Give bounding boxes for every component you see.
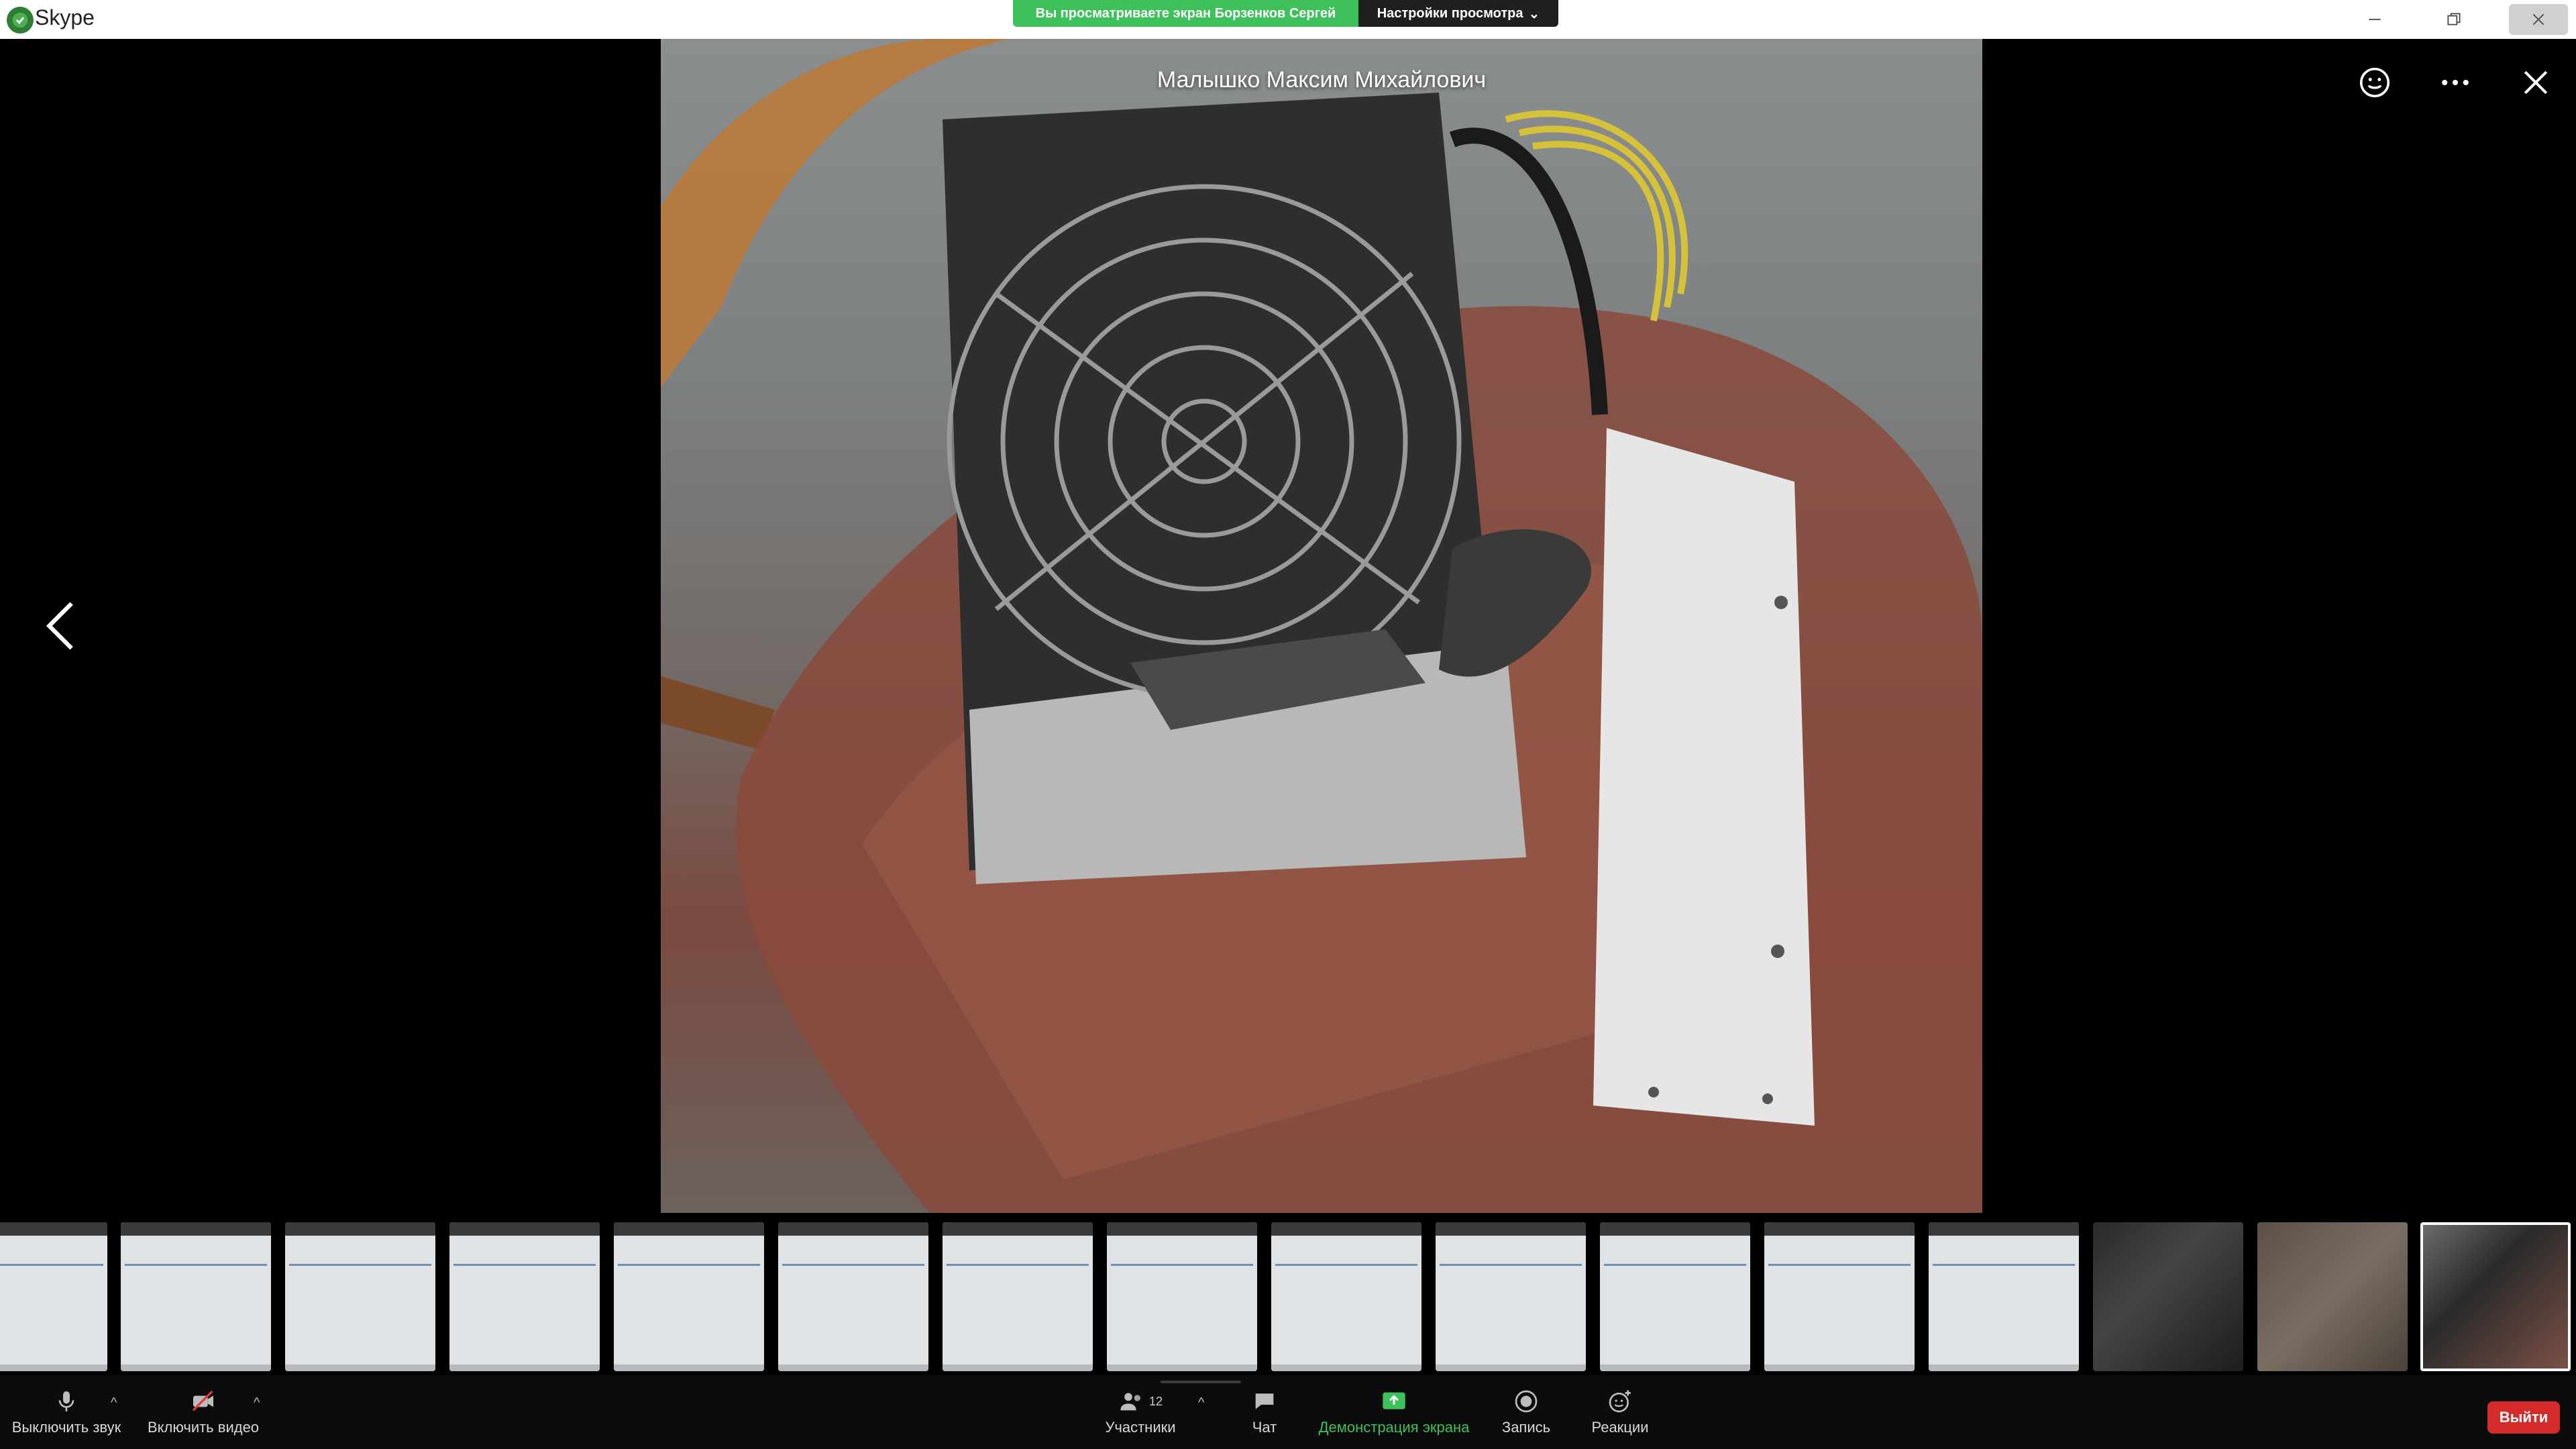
thumbnail[interactable] bbox=[449, 1222, 600, 1371]
video-options-caret-icon[interactable]: ^ bbox=[254, 1395, 260, 1411]
record-label: Запись bbox=[1501, 1419, 1551, 1436]
chat-label: Чат bbox=[1252, 1419, 1277, 1436]
thumbnail-strip bbox=[0, 1221, 2576, 1375]
toolbar-scroll-indicator bbox=[1161, 1381, 1241, 1383]
emoji-reaction-button[interactable] bbox=[2351, 59, 2398, 106]
thumbnail[interactable] bbox=[1929, 1222, 2079, 1371]
participants-count: 12 bbox=[1148, 1394, 1163, 1408]
presenter-name: Малышко Максим Михайлович bbox=[1157, 67, 1487, 93]
app-title: Skype bbox=[35, 5, 95, 30]
participants-caret-icon[interactable]: ^ bbox=[1198, 1395, 1204, 1411]
smiley-icon bbox=[2359, 67, 2390, 98]
video-label: Включить видео bbox=[147, 1419, 260, 1436]
thumbnail[interactable] bbox=[1764, 1222, 1915, 1371]
chat-button[interactable]: Чат bbox=[1238, 1375, 1291, 1449]
microphone-icon bbox=[58, 1391, 74, 1411]
share-screen-button[interactable]: Демонстрация экрана bbox=[1315, 1375, 1473, 1449]
main-stage: Малышко Максим Михайлович bbox=[0, 39, 2576, 1221]
thumbnail[interactable] bbox=[614, 1222, 764, 1371]
participants-button[interactable]: 12 Участники bbox=[1093, 1375, 1187, 1449]
chevron-down-icon: ⌄ bbox=[1528, 6, 1540, 21]
bottom-toolbar: Выключить звук ^ Включить видео ^ 12 Уча… bbox=[0, 1375, 2576, 1449]
start-video-button[interactable]: Включить видео bbox=[146, 1375, 260, 1449]
thumbnail-selected[interactable] bbox=[2420, 1222, 2571, 1371]
share-screen-icon bbox=[1383, 1392, 1405, 1409]
reactions-label: Реакции bbox=[1591, 1419, 1649, 1436]
more-options-button[interactable] bbox=[2432, 59, 2479, 106]
title-bar: Skype Вы просматриваете экран Борзенков … bbox=[0, 0, 2576, 39]
minimize-button[interactable] bbox=[2355, 4, 2395, 35]
thumbnail[interactable] bbox=[1600, 1222, 1750, 1371]
restore-icon bbox=[2447, 13, 2461, 25]
thumbnail[interactable] bbox=[0, 1222, 107, 1371]
record-button[interactable]: Запись bbox=[1493, 1375, 1560, 1449]
record-icon bbox=[1515, 1390, 1538, 1413]
video-off-icon bbox=[192, 1390, 213, 1411]
thumbnail[interactable] bbox=[1271, 1222, 1421, 1371]
chevron-left-icon bbox=[46, 602, 73, 650]
close-icon bbox=[2524, 70, 2548, 95]
thumbnail[interactable] bbox=[943, 1222, 1093, 1371]
participants-label: Участники bbox=[1105, 1419, 1176, 1436]
thumbnail[interactable] bbox=[778, 1222, 928, 1371]
close-icon bbox=[2532, 13, 2544, 25]
thumbnail[interactable] bbox=[1107, 1222, 1257, 1371]
previous-button[interactable] bbox=[37, 589, 84, 663]
minimize-icon bbox=[2369, 19, 2381, 20]
reaction-icon bbox=[1609, 1390, 1631, 1413]
mute-button[interactable]: Выключить звук bbox=[9, 1375, 123, 1449]
screen-share-banner: Вы просматриваете экран Борзенков Сергей bbox=[1013, 0, 1358, 27]
share-screen-label: Демонстрация экрана bbox=[1318, 1419, 1470, 1436]
close-view-button[interactable] bbox=[2512, 59, 2559, 106]
view-settings-label: Настройки просмотра bbox=[1377, 5, 1523, 21]
app-logo-icon bbox=[7, 7, 34, 34]
shared-screen-video: Малышко Максим Михайлович bbox=[661, 39, 1982, 1213]
shared-photo bbox=[661, 39, 1982, 1213]
view-settings-button[interactable]: Настройки просмотра ⌄ bbox=[1358, 0, 1558, 27]
thumbnail-keyboard-photo[interactable] bbox=[2093, 1222, 2243, 1371]
thumbnail-cable-photo[interactable] bbox=[2257, 1222, 2408, 1371]
audio-options-caret-icon[interactable]: ^ bbox=[111, 1395, 117, 1411]
thumbnail[interactable] bbox=[1436, 1222, 1586, 1371]
participants-icon bbox=[1120, 1393, 1140, 1411]
restore-button[interactable] bbox=[2434, 4, 2474, 35]
reactions-button[interactable]: Реакции bbox=[1583, 1375, 1657, 1449]
close-window-button[interactable] bbox=[2509, 4, 2568, 35]
leave-meeting-button[interactable]: Выйти bbox=[2487, 1401, 2560, 1434]
more-icon bbox=[2442, 79, 2469, 86]
thumbnail[interactable] bbox=[285, 1222, 435, 1371]
chat-icon bbox=[1255, 1393, 1274, 1409]
thumbnail[interactable] bbox=[121, 1222, 271, 1371]
mute-label: Выключить звук bbox=[11, 1419, 121, 1436]
